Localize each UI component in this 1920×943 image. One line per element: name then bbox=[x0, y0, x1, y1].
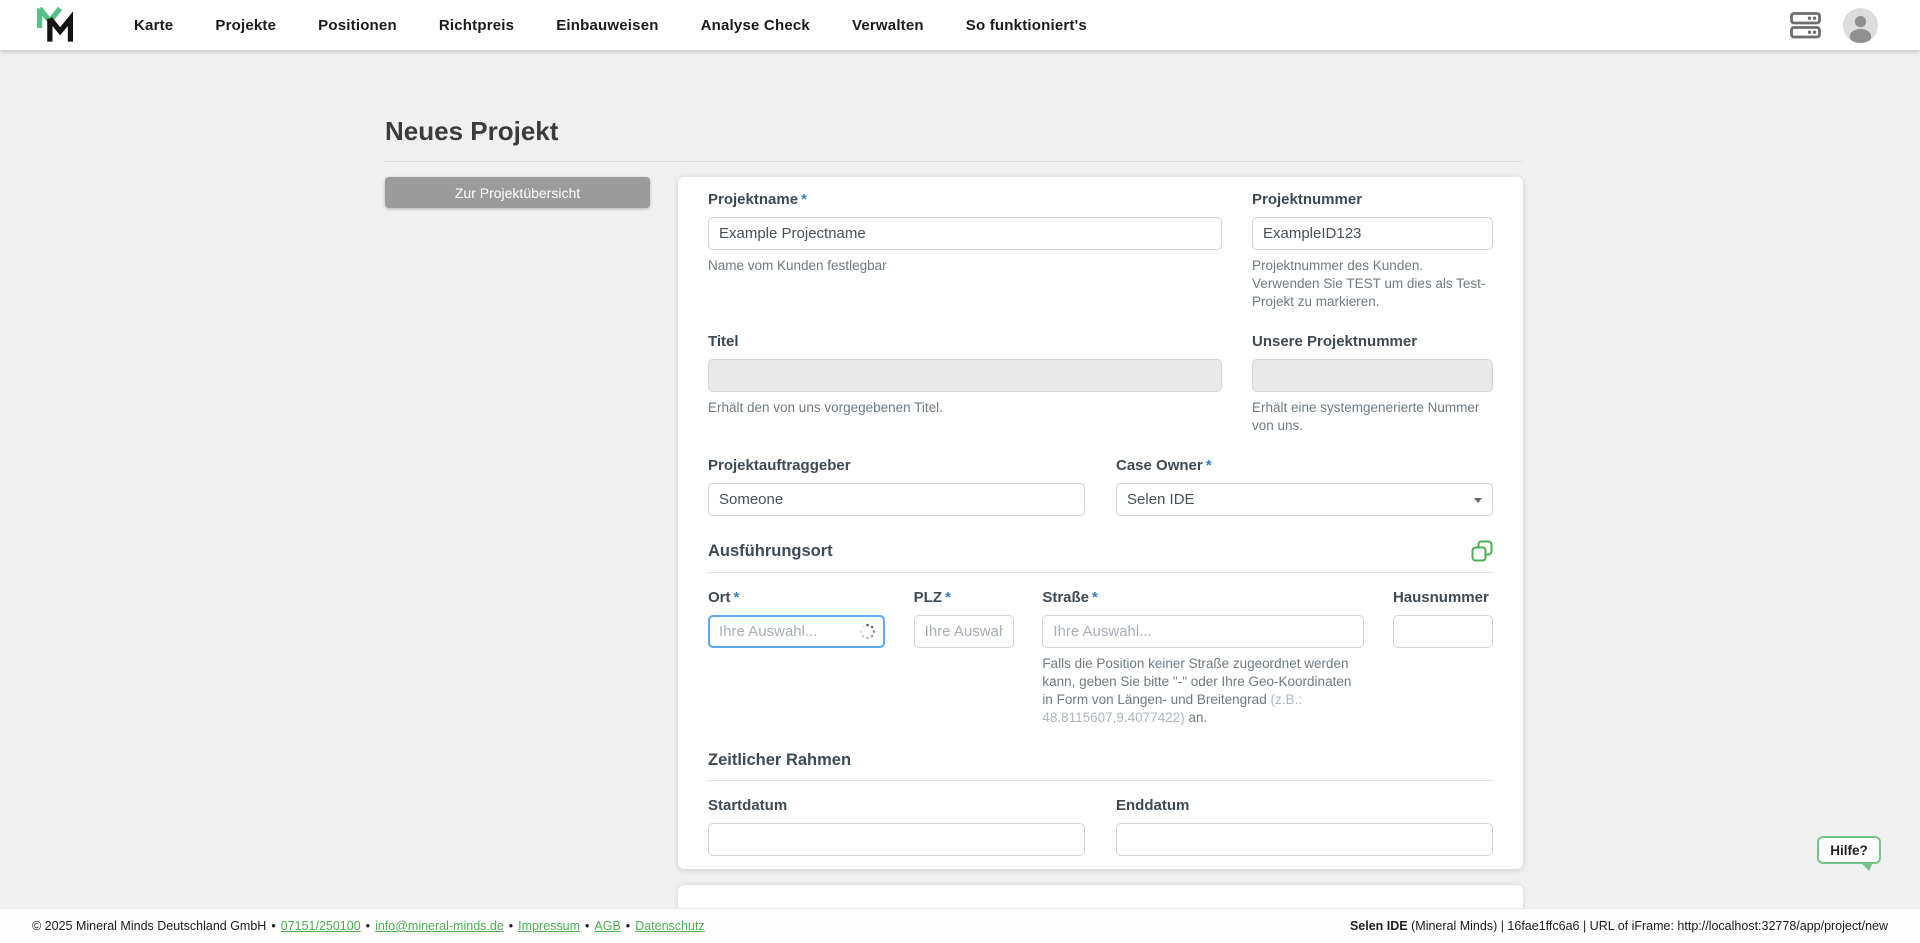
projektnummer-input[interactable] bbox=[1252, 217, 1493, 250]
required-marker: * bbox=[801, 191, 807, 208]
project-form-card: Projektname* Name vom Kunden festlegbar … bbox=[678, 177, 1523, 869]
projektname-input[interactable] bbox=[708, 217, 1222, 250]
field-projektname: Projektname* Name vom Kunden festlegbar bbox=[708, 191, 1222, 311]
case-owner-select[interactable]: Selen IDE bbox=[1116, 483, 1493, 516]
titel-input bbox=[708, 359, 1222, 392]
footer-session-info: Selen IDE (Mineral Minds) | 16fae1ffc6a6… bbox=[1350, 919, 1888, 933]
case-owner-selected-value: Selen IDE bbox=[1127, 491, 1195, 508]
required-marker: * bbox=[945, 589, 951, 606]
unsere-projektnummer-input bbox=[1252, 359, 1493, 392]
nav-right-actions bbox=[1790, 8, 1878, 43]
footer-impressum-link[interactable]: Impressum bbox=[518, 919, 580, 933]
plz-input[interactable] bbox=[914, 615, 1014, 648]
project-overview-button[interactable]: Zur Projektübersicht bbox=[385, 177, 650, 208]
projektname-label: Projektname* bbox=[708, 191, 1222, 208]
speech-bubble-tail bbox=[1860, 862, 1873, 871]
startdatum-label: Startdatum bbox=[708, 797, 1085, 814]
field-titel: Titel Erhält den von uns vorgegebenen Ti… bbox=[708, 333, 1222, 435]
titel-label: Titel bbox=[708, 333, 1222, 350]
projektnummer-helper: Projektnummer des Kunden. Verwenden Sie … bbox=[1252, 257, 1493, 311]
section-ausfuehrungsort-header: Ausführungsort bbox=[708, 540, 1493, 573]
help-button-label: Hilfe? bbox=[1830, 843, 1868, 858]
field-projektnummer: Projektnummer Projektnummer des Kunden. … bbox=[1252, 191, 1493, 311]
projektnummer-label: Projektnummer bbox=[1252, 191, 1493, 208]
footer-phone-link[interactable]: 07151/250100 bbox=[281, 919, 361, 933]
ort-label: Ort* bbox=[708, 589, 885, 606]
section-zeitlicher-rahmen-title: Zeitlicher Rahmen bbox=[708, 751, 851, 770]
footer-copyright: © 2025 Mineral Minds Deutschland GmbH bbox=[32, 919, 266, 933]
projektname-helper: Name vom Kunden festlegbar bbox=[708, 257, 1222, 275]
session-user: Selen IDE bbox=[1350, 919, 1408, 933]
required-marker: * bbox=[1206, 457, 1212, 474]
left-column: Zur Projektübersicht bbox=[385, 177, 678, 208]
field-strasse: Straße* Falls die Position keiner Straße… bbox=[1042, 589, 1364, 727]
address-row: Ort* bbox=[708, 589, 1493, 727]
main-nav-links: Karte Projekte Positionen Richtpreis Ein… bbox=[134, 17, 1087, 34]
loading-spinner-icon bbox=[859, 623, 876, 640]
field-case-owner: Case Owner* Selen IDE bbox=[1116, 457, 1493, 516]
strasse-label: Straße* bbox=[1042, 589, 1364, 606]
top-nav: Karte Projekte Positionen Richtpreis Ein… bbox=[0, 0, 1920, 50]
footer-datenschutz-link[interactable]: Datenschutz bbox=[635, 919, 704, 933]
projektauftraggeber-label: Projektauftraggeber bbox=[708, 457, 1085, 474]
section-zeitlicher-rahmen-header: Zeitlicher Rahmen bbox=[708, 751, 1493, 781]
footer-agb-link[interactable]: AGB bbox=[594, 919, 620, 933]
nav-item-analyse-check[interactable]: Analyse Check bbox=[701, 17, 810, 34]
user-avatar[interactable] bbox=[1843, 8, 1878, 43]
field-enddatum: Enddatum bbox=[1116, 797, 1493, 856]
field-unsere-projektnummer: Unsere Projektnummer Erhält eine systemg… bbox=[1252, 333, 1493, 435]
field-ort: Ort* bbox=[708, 589, 885, 727]
hausnummer-input[interactable] bbox=[1393, 615, 1493, 648]
field-hausnummer: Hausnummer bbox=[1393, 589, 1493, 727]
plz-label: PLZ* bbox=[914, 589, 1014, 606]
nav-item-projekte[interactable]: Projekte bbox=[215, 17, 276, 34]
unsere-projektnummer-helper: Erhält eine systemgenerierte Nummer von … bbox=[1252, 399, 1493, 435]
enddatum-input[interactable] bbox=[1116, 823, 1493, 856]
field-projektauftraggeber: Projektauftraggeber bbox=[708, 457, 1085, 516]
field-startdatum: Startdatum bbox=[708, 797, 1085, 856]
strasse-helper: Falls die Position keiner Straße zugeord… bbox=[1042, 655, 1364, 727]
required-marker: * bbox=[734, 589, 740, 606]
unsere-projektnummer-label: Unsere Projektnummer bbox=[1252, 333, 1493, 350]
field-plz: PLZ* bbox=[914, 589, 1014, 727]
section-ausfuehrungsort-title: Ausführungsort bbox=[708, 542, 833, 561]
footer: © 2025 Mineral Minds Deutschland GmbH•07… bbox=[0, 908, 1920, 943]
titel-helper: Erhält den von uns vorgegebenen Titel. bbox=[708, 399, 1222, 417]
nav-item-richtpreis[interactable]: Richtpreis bbox=[439, 17, 514, 34]
server-icon[interactable] bbox=[1790, 12, 1821, 39]
enddatum-label: Enddatum bbox=[1116, 797, 1493, 814]
required-marker: * bbox=[1092, 589, 1098, 606]
mineral-minds-logo-icon[interactable] bbox=[36, 5, 82, 45]
projektauftraggeber-input[interactable] bbox=[708, 483, 1085, 516]
new-project-page: { "colors": { "brand_green": "#57c084", … bbox=[0, 0, 1920, 943]
nav-item-verwalten[interactable]: Verwalten bbox=[852, 17, 924, 34]
session-details: (Mineral Minds) | 16fae1ffc6a6 | URL of … bbox=[1408, 919, 1888, 933]
page-title: Neues Projekt bbox=[385, 116, 1523, 147]
footer-left: © 2025 Mineral Minds Deutschland GmbH•07… bbox=[32, 919, 705, 933]
nav-item-positionen[interactable]: Positionen bbox=[318, 17, 397, 34]
strasse-input[interactable] bbox=[1042, 615, 1364, 648]
case-owner-label: Case Owner* bbox=[1116, 457, 1493, 474]
nav-item-einbauweisen[interactable]: Einbauweisen bbox=[556, 17, 658, 34]
title-divider bbox=[385, 161, 1523, 162]
nav-item-karte[interactable]: Karte bbox=[134, 17, 173, 34]
nav-item-so-funktionierts[interactable]: So funktioniert's bbox=[966, 17, 1087, 34]
copy-icon[interactable] bbox=[1471, 540, 1493, 562]
main-content: Neues Projekt Zur Projektübersicht Proje… bbox=[385, 116, 1523, 869]
hausnummer-label: Hausnummer bbox=[1393, 589, 1493, 606]
footer-email-link[interactable]: info@mineral-minds.de bbox=[375, 919, 504, 933]
startdatum-input[interactable] bbox=[708, 823, 1085, 856]
chevron-down-icon bbox=[1474, 498, 1482, 503]
help-button[interactable]: Hilfe? bbox=[1817, 836, 1881, 864]
